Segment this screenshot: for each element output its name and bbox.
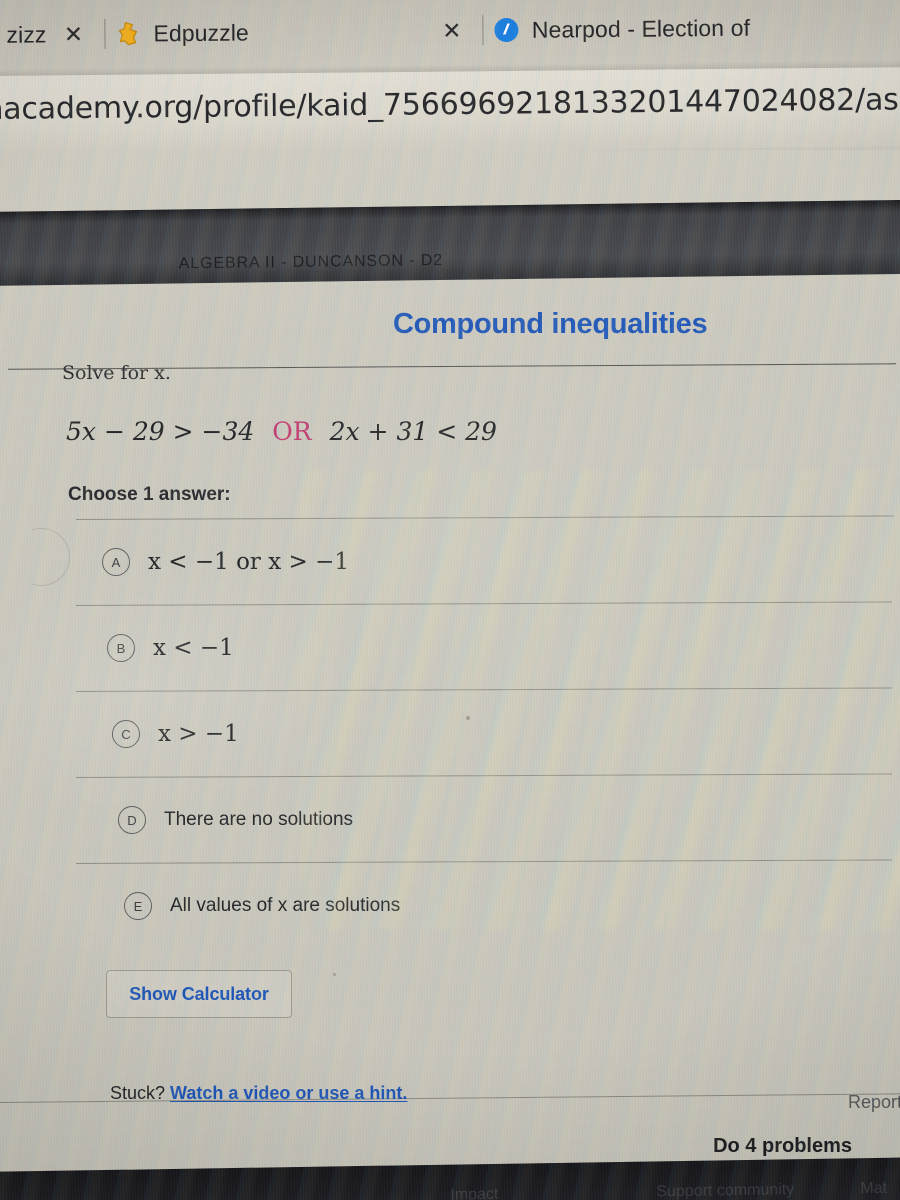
browser-chrome: zizz ✕ Edpuzzle ✕ Nearpod - Election of (0, 0, 900, 76)
equation-right: 2x + 31 < 29 (329, 417, 497, 446)
answer-choice-list: A x < −1 or x > −1 B x < −1 C x > −1 D T… (76, 519, 896, 949)
exercise-card: Compound inequalities Solve for x. 5x − … (0, 286, 900, 1076)
tab-divider-2 (482, 15, 484, 46)
stuck-prefix-label: Stuck? (110, 1083, 166, 1103)
problem-prompt: Solve for x. (62, 362, 171, 384)
answer-bubble-e[interactable]: E (124, 892, 152, 920)
answer-choice-e[interactable]: E All values of x are solutions (76, 863, 896, 949)
browser-tab-edpuzzle[interactable]: Edpuzzle (115, 7, 249, 58)
exercise-title: Compound inequalities (393, 308, 708, 340)
browser-address-bar[interactable]: nacademy.org/profile/kaid_75669692181332… (0, 64, 900, 156)
answer-label-d: There are no solutions (164, 809, 354, 830)
edpuzzle-favicon-icon (115, 21, 141, 47)
report-link[interactable]: Report (848, 1092, 900, 1113)
nearpod-favicon-icon (494, 17, 520, 43)
browser-tab-nearpod[interactable]: Nearpod - Election of (494, 3, 751, 55)
answer-choice-d[interactable]: D There are no solutions (76, 777, 896, 863)
answer-choice-a[interactable]: A x < −1 or x > −1 (76, 519, 896, 605)
watch-video-hint-link[interactable]: Watch a video or use a hint. (170, 1083, 407, 1103)
screen-dust-speck (466, 716, 470, 720)
equation-left: 5x − 29 > −34 (66, 417, 255, 446)
footer-link-math[interactable]: Mat (860, 1180, 887, 1198)
screenshot-root: zizz ✕ Edpuzzle ✕ Nearpod - Election of … (0, 0, 900, 1200)
url-input[interactable]: nacademy.org/profile/kaid_75669692181332… (0, 82, 900, 127)
browser-tab-zizz[interactable]: zizz (0, 9, 47, 60)
problem-equation: 5x − 29 > −34 OR 2x + 31 < 29 (66, 417, 497, 446)
browser-tab-strip: zizz ✕ Edpuzzle ✕ Nearpod - Election of (0, 0, 900, 64)
tab-divider (104, 18, 106, 49)
answer-label-c: x > −1 (158, 721, 239, 747)
answer-label-b: x < −1 (153, 635, 234, 661)
browser-tab-nearpod-close-icon[interactable]: ✕ (425, 17, 479, 45)
answer-bubble-b[interactable]: B (107, 634, 135, 662)
answer-choice-b[interactable]: B x < −1 (76, 605, 896, 691)
answer-label-e: All values of x are solutions (170, 895, 401, 916)
screen-dust-speck-2 (333, 973, 336, 976)
course-nav-bar: ALGEBRA II - DUNCANSON - D2 (0, 199, 900, 286)
footer-link-impact[interactable]: Impact (450, 1186, 498, 1200)
browser-tab-edpuzzle-label: Edpuzzle (153, 18, 249, 46)
browser-tab-zizz-close-icon[interactable]: ✕ (46, 20, 100, 48)
show-calculator-button[interactable]: Show Calculator (106, 970, 292, 1018)
browser-tab-nearpod-label: Nearpod - Election of (531, 14, 751, 43)
answer-bubble-a[interactable]: A (102, 548, 130, 576)
do-problems-label: Do 4 problems (713, 1135, 852, 1157)
answer-choice-c[interactable]: C x > −1 (76, 691, 896, 777)
browser-tab-zizz-label: zizz (6, 20, 47, 48)
answer-bubble-d[interactable]: D (118, 806, 146, 834)
equation-connector: OR (272, 417, 312, 446)
course-title-label: ALGEBRA II - DUNCANSON - D2 (178, 251, 444, 273)
footer-link-support-community[interactable]: Support community (656, 1181, 794, 1200)
choose-answer-label: Choose 1 answer: (68, 484, 231, 505)
stuck-help-row: Stuck? Watch a video or use a hint. (110, 1083, 407, 1104)
answer-bubble-c[interactable]: C (112, 720, 140, 748)
answer-label-a: x < −1 or x > −1 (148, 549, 350, 575)
